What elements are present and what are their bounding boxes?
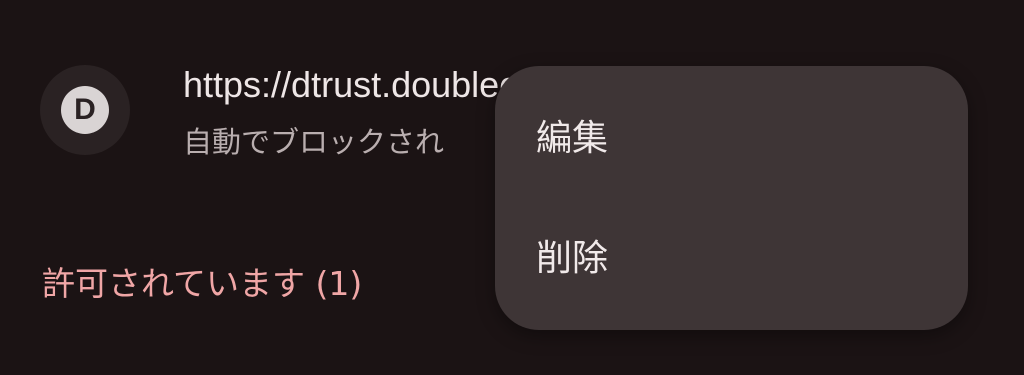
site-settings-screen: D https://dtrust.doublecl 自動でブロックされ 許可され…	[0, 0, 1024, 375]
menu-item-delete[interactable]: 削除	[495, 198, 968, 318]
site-favicon: D	[40, 65, 130, 155]
menu-item-edit-label: 編集	[536, 118, 609, 159]
allowed-section-header: 許可されています (1)	[42, 264, 363, 303]
menu-item-edit[interactable]: 編集	[495, 78, 968, 198]
context-menu: 編集 削除	[495, 66, 968, 330]
site-status-text: 自動でブロックされ	[183, 125, 445, 159]
site-letter-icon: D	[61, 86, 109, 134]
menu-item-delete-label: 削除	[536, 238, 609, 279]
